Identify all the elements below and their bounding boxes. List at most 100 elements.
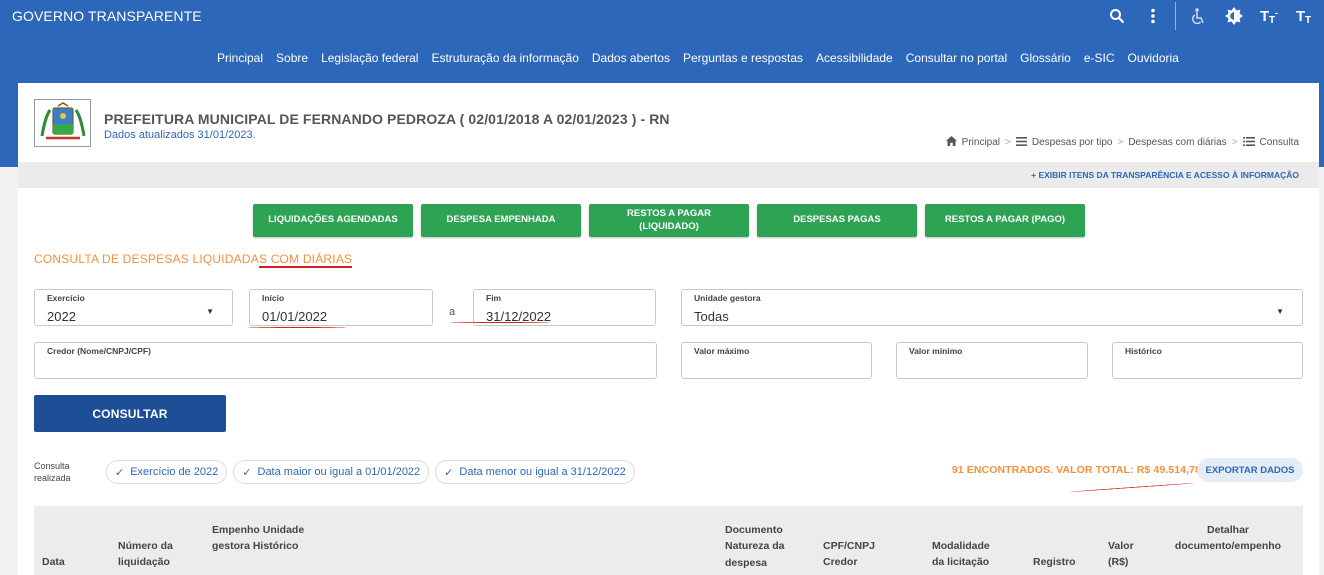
filter-chip[interactable]: ✓ Exercício de 2022	[106, 460, 228, 484]
toolbar-divider	[1175, 2, 1176, 30]
column-header-registro[interactable]: Registro	[1033, 554, 1076, 570]
nav-item-sobre[interactable]: Sobre	[276, 51, 308, 65]
inicio-date-field[interactable]: Início 01/01/2022	[249, 289, 433, 326]
restos-pagar-liquidado-button[interactable]: RESTOS A PAGAR (LIQUIDADO)	[589, 204, 749, 237]
exercicio-label: Exercício	[47, 293, 85, 303]
list-detail-icon	[1242, 136, 1255, 149]
credor-label: Credor (Nome/CNPJ/CPF)	[47, 346, 151, 356]
consulta-realizada-label: Consulta realizada	[34, 461, 71, 484]
more-vert-icon[interactable]	[1135, 0, 1171, 32]
svg-text:T: T	[1305, 15, 1311, 25]
column-header-cpf-cnpj[interactable]: CPF/CNPJ Credor	[823, 538, 883, 571]
breadcrumb-despesas-diarias[interactable]: Despesas com diárias	[1128, 137, 1226, 148]
column-header-data[interactable]: Data	[42, 554, 65, 570]
nav-item-dados-abertos[interactable]: Dados abertos	[592, 51, 670, 65]
unidade-gestora-value: Todas	[694, 309, 729, 324]
unidade-gestora-label: Unidade gestora	[694, 293, 761, 303]
coat-of-arms-logo	[34, 99, 91, 147]
red-annotation-underline	[1070, 482, 1194, 493]
svg-text:T: T	[1296, 8, 1305, 25]
exercicio-select[interactable]: Exercício 2022 ▼	[34, 289, 233, 326]
nav-item-ouvidoria[interactable]: Ouvidoria	[1128, 51, 1179, 65]
nav-item-legislacao[interactable]: Legislação federal	[321, 51, 418, 65]
filter-chip[interactable]: ✓ Data menor ou igual a 31/12/2022	[435, 460, 635, 484]
historico-label: Histórico	[1125, 346, 1162, 356]
inicio-label: Início	[262, 293, 285, 303]
despesas-pagas-button[interactable]: DESPESAS PAGAS	[757, 204, 917, 237]
column-header-documento[interactable]: Documento Natureza da despesa	[725, 522, 797, 571]
brand-title[interactable]: GOVERNO TRANSPARENTE	[12, 8, 202, 24]
valor-maximo-label: Valor máximo	[694, 346, 750, 356]
nav-item-perguntas[interactable]: Perguntas e respostas	[683, 51, 803, 65]
top-toolbar: TT- TT	[1099, 0, 1324, 32]
credor-field[interactable]: Credor (Nome/CNPJ/CPF)	[34, 342, 657, 379]
column-header-empenho[interactable]: Empenho Unidade gestora Histórico	[212, 522, 322, 555]
transparency-bar: + EXIBIR ITENS DA TRANSPARÊNCIA E ACESSO…	[18, 162, 1319, 188]
despesa-empenhada-button[interactable]: DESPESA EMPENHADA	[421, 204, 581, 237]
export-data-button[interactable]: EXPORTAR DADOS	[1197, 458, 1303, 482]
unidade-gestora-select[interactable]: Unidade gestora Todas ▼	[681, 289, 1303, 326]
org-title: PREFEITURA MUNICIPAL DE FERNANDO PEDROZA…	[104, 111, 670, 127]
accessibility-icon[interactable]	[1180, 0, 1216, 32]
filter-chip-label: Data maior ou igual a 01/01/2022	[257, 466, 421, 478]
breadcrumb-separator: >	[1117, 137, 1124, 148]
date-range-separator: a	[449, 306, 456, 318]
nav-item-principal[interactable]: Principal	[217, 51, 263, 65]
list-icon	[1015, 136, 1027, 149]
column-header-modalidade[interactable]: Modalidade da licitação	[932, 538, 1002, 571]
content-card: PREFEITURA MUNICIPAL DE FERNANDO PEDROZA…	[18, 83, 1319, 575]
valor-minimo-label: Valor mínimo	[909, 346, 963, 356]
dropdown-caret-icon: ▼	[1276, 307, 1284, 316]
check-icon: ✓	[115, 466, 125, 479]
column-header-valor[interactable]: Valor (R$)	[1108, 538, 1138, 571]
nav-item-glossario[interactable]: Glossário	[1020, 51, 1071, 65]
nav-item-esic[interactable]: e-SIC	[1084, 51, 1115, 65]
breadcrumb-separator: >	[1231, 137, 1238, 148]
restos-pagar-pago-button[interactable]: RESTOS A PAGAR (PAGO)	[925, 204, 1085, 237]
org-header: PREFEITURA MUNICIPAL DE FERNANDO PEDROZA…	[18, 83, 1319, 162]
dropdown-caret-icon: ▼	[206, 307, 214, 316]
liquidacoes-agendadas-button[interactable]: LIQUIDAÇÕES AGENDADAS	[253, 204, 413, 237]
inicio-value: 01/01/2022	[262, 309, 328, 324]
column-header-numero-liquidacao[interactable]: Número da liquidação	[118, 538, 188, 571]
results-table-header: Data Número da liquidação Empenho Unidad…	[34, 506, 1303, 575]
results-summary: 91 ENCONTRADOS. VALOR TOTAL: R$ 49.514,7…	[951, 464, 1201, 476]
breadcrumb-consulta: Consulta	[1259, 137, 1299, 148]
font-increase-icon[interactable]: TT	[1288, 0, 1324, 32]
column-header-detalhar[interactable]: Detalhar documento/empenho	[1168, 522, 1288, 555]
valor-minimo-field[interactable]: Valor mínimo	[896, 342, 1088, 379]
fim-label: Fim	[486, 293, 502, 303]
svg-text:T: T	[1260, 8, 1269, 25]
breadcrumb-principal[interactable]: Principal	[962, 137, 1000, 148]
check-icon: ✓	[444, 466, 454, 479]
contrast-icon[interactable]	[1216, 0, 1252, 32]
breadcrumb-separator: >	[1005, 137, 1011, 148]
filter-chip-label: Exercício de 2022	[130, 466, 219, 478]
restos-pagar-liquidado-label: RESTOS A PAGAR (LIQUIDADO)	[627, 207, 711, 232]
page-title-part-2: S COM DIÁRIAS	[258, 252, 353, 268]
update-date: Dados atualizados 31/01/2023.	[104, 129, 256, 141]
filter-chip-label: Data menor ou igual a 31/12/2022	[459, 466, 626, 478]
main-nav: Principal Sobre Legislação federal Estru…	[217, 51, 1324, 65]
filter-chips: ✓ Exercício de 2022 ✓ Data maior ou igua…	[106, 460, 635, 484]
exercicio-value: 2022	[47, 309, 76, 324]
nav-item-consultar[interactable]: Consultar no portal	[906, 51, 1007, 65]
svg-text:-: -	[1275, 8, 1278, 18]
nav-item-estruturacao[interactable]: Estruturação da informação	[431, 51, 578, 65]
page-title-part-1: CONSULTA DE DESPESAS LIQUIDADA	[34, 252, 259, 266]
historico-field[interactable]: Histórico	[1112, 342, 1303, 379]
action-button-row: LIQUIDAÇÕES AGENDADAS DESPESA EMPENHADA …	[253, 204, 1085, 237]
breadcrumb-despesas-tipo[interactable]: Despesas por tipo	[1032, 137, 1113, 148]
fim-date-field[interactable]: Fim 31/12/2022	[473, 289, 656, 326]
page-title: CONSULTA DE DESPESAS LIQUIDADAS COM DIÁR…	[34, 252, 353, 268]
nav-item-acessibilidade[interactable]: Acessibilidade	[816, 51, 893, 65]
red-annotation-underline	[450, 322, 550, 323]
filter-chip[interactable]: ✓ Data maior ou igual a 01/01/2022	[233, 460, 430, 484]
search-icon[interactable]	[1099, 0, 1135, 32]
consultar-button[interactable]: CONSULTAR	[34, 395, 226, 432]
transparency-items-link[interactable]: + EXIBIR ITENS DA TRANSPARÊNCIA E ACESSO…	[1031, 170, 1299, 180]
home-icon	[945, 136, 957, 149]
valor-maximo-field[interactable]: Valor máximo	[681, 342, 872, 379]
red-annotation-underline	[248, 327, 346, 328]
font-decrease-icon[interactable]: TT-	[1252, 0, 1288, 32]
